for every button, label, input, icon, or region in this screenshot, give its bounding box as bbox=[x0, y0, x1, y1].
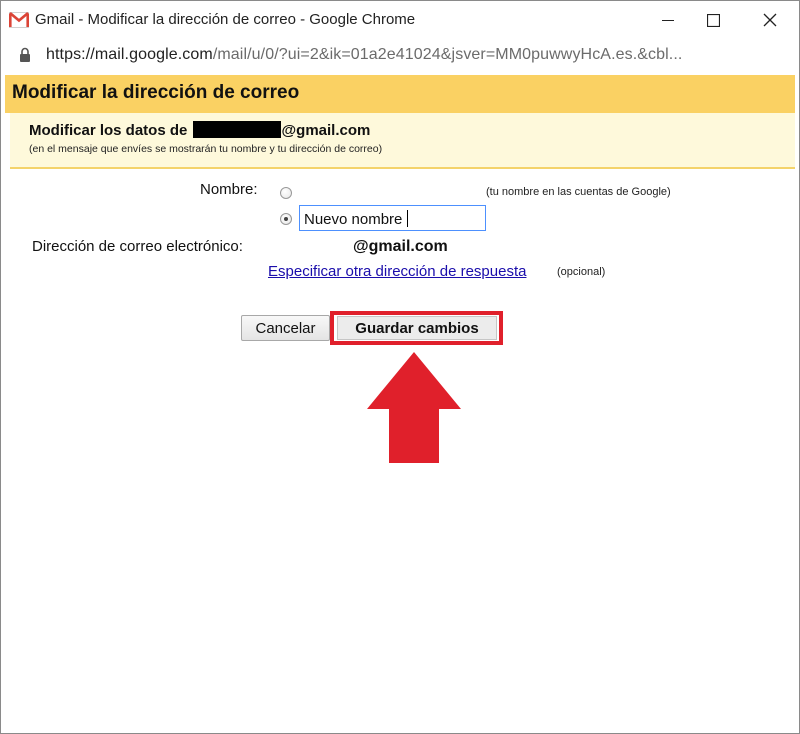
email-label: Dirección de correo electrónico: bbox=[32, 238, 243, 255]
url-text[interactable]: https://mail.google.com/mail/u/0/?ui=2&i… bbox=[46, 46, 682, 64]
address-bar[interactable]: https://mail.google.com/mail/u/0/?ui=2&i… bbox=[1, 39, 799, 73]
title-bar: Gmail - Modificar la dirección de correo… bbox=[1, 1, 799, 39]
radio-google-name[interactable] bbox=[280, 187, 292, 199]
custom-name-input[interactable]: Nuevo nombre bbox=[299, 205, 486, 231]
minimize-icon bbox=[662, 20, 674, 21]
text-caret bbox=[407, 210, 409, 227]
maximize-icon bbox=[706, 13, 720, 27]
reply-optional-note: (opcional) bbox=[557, 266, 606, 278]
url-path: /mail/u/0/?ui=2&ik=01a2e41024&jsver=MM0p… bbox=[212, 46, 683, 63]
radio-custom-name[interactable] bbox=[280, 213, 292, 225]
info-heading: Modificar los datos de @gmail.com bbox=[29, 121, 370, 139]
dialog-header: Modificar la dirección de correo bbox=[5, 75, 795, 113]
window-title: Gmail - Modificar la dirección de correo… bbox=[35, 11, 416, 28]
close-button[interactable] bbox=[748, 5, 792, 35]
custom-name-value: Nuevo nombre bbox=[304, 211, 403, 228]
info-panel: Modificar los datos de @gmail.com (en el… bbox=[10, 113, 795, 169]
arrow-up-icon bbox=[367, 352, 461, 463]
google-name-hint: (tu nombre en las cuentas de Google) bbox=[486, 186, 671, 198]
dialog-title: Modificar la dirección de correo bbox=[12, 82, 300, 103]
info-prefix: Modificar los datos de bbox=[29, 122, 188, 139]
email-domain: @gmail.com bbox=[353, 238, 448, 255]
google-name-value bbox=[296, 183, 484, 199]
cancel-button[interactable]: Cancelar bbox=[241, 315, 330, 341]
maximize-button[interactable] bbox=[691, 5, 735, 35]
save-changes-button[interactable]: Guardar cambios bbox=[337, 316, 497, 340]
url-host: https://mail.google.com bbox=[46, 46, 213, 63]
gmail-icon bbox=[9, 12, 29, 28]
lock-icon bbox=[20, 47, 30, 62]
close-icon bbox=[763, 13, 777, 27]
minimize-button[interactable] bbox=[646, 5, 690, 35]
browser-window: Gmail - Modificar la dirección de correo… bbox=[0, 0, 800, 734]
redacted-username bbox=[192, 121, 281, 138]
reply-to-link[interactable]: Especificar otra dirección de respuesta bbox=[268, 263, 526, 280]
name-label: Nombre: bbox=[200, 181, 258, 198]
info-note: (en el mensaje que envíes se mostrarán t… bbox=[29, 143, 383, 155]
info-domain: @gmail.com bbox=[281, 122, 371, 139]
